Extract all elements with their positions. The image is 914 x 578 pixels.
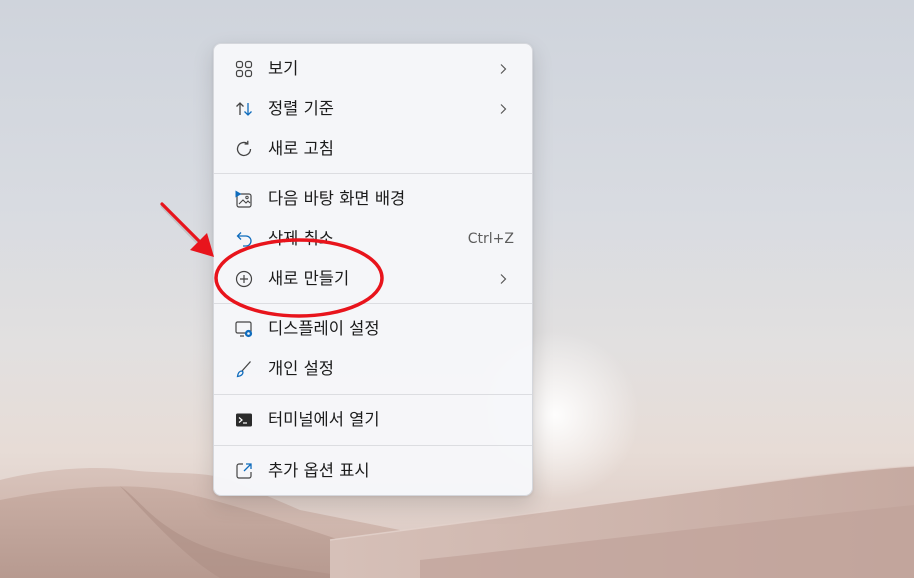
context-menu: 보기 정렬 기준 새로 고침 다음 바탕 화면 배경 삭제 취소 Ctrl+Z …	[213, 43, 533, 496]
menu-item-label: 새로 고침	[268, 139, 334, 158]
menu-item-display-settings[interactable]: 디스플레이 설정	[218, 311, 528, 347]
undo-icon	[234, 229, 254, 249]
menu-item-show-more-options[interactable]: 추가 옵션 표시	[218, 453, 528, 489]
menu-item-undo-delete[interactable]: 삭제 취소 Ctrl+Z	[218, 221, 528, 257]
new-plus-icon	[234, 269, 254, 289]
desktop[interactable]: 보기 정렬 기준 새로 고침 다음 바탕 화면 배경 삭제 취소 Ctrl+Z …	[0, 0, 914, 578]
menu-separator	[214, 445, 532, 446]
menu-item-label: 터미널에서 열기	[268, 410, 380, 429]
menu-item-label: 새로 만들기	[268, 269, 350, 288]
next-background-icon	[234, 189, 254, 209]
menu-item-personalize[interactable]: 개인 설정	[218, 351, 528, 387]
shortcut-text: Ctrl+Z	[467, 231, 514, 247]
menu-item-label: 개인 설정	[268, 359, 334, 378]
menu-item-view[interactable]: 보기	[218, 51, 528, 87]
menu-item-label: 추가 옵션 표시	[268, 461, 370, 480]
menu-item-open-terminal[interactable]: 터미널에서 열기	[218, 402, 528, 438]
chevron-right-icon	[500, 274, 507, 284]
grid-view-icon	[234, 59, 254, 79]
display-settings-icon	[234, 319, 254, 339]
chevron-right-icon	[500, 104, 507, 114]
more-options-icon	[234, 461, 254, 481]
menu-item-label: 다음 바탕 화면 배경	[268, 189, 406, 208]
menu-separator	[214, 394, 532, 395]
menu-item-label: 디스플레이 설정	[268, 319, 380, 338]
menu-item-next-background[interactable]: 다음 바탕 화면 배경	[218, 181, 528, 217]
sort-arrows-icon	[234, 99, 254, 119]
menu-separator	[214, 173, 532, 174]
menu-item-label: 정렬 기준	[268, 99, 334, 118]
menu-item-refresh[interactable]: 새로 고침	[218, 131, 528, 167]
terminal-icon	[234, 410, 254, 430]
chevron-right-icon	[500, 64, 507, 74]
menu-item-new[interactable]: 새로 만들기	[218, 261, 528, 297]
menu-separator	[214, 303, 532, 304]
menu-item-sort-by[interactable]: 정렬 기준	[218, 91, 528, 127]
refresh-icon	[234, 139, 254, 159]
menu-item-label: 보기	[268, 59, 299, 78]
brush-icon	[234, 359, 254, 379]
menu-item-label: 삭제 취소	[268, 229, 334, 248]
